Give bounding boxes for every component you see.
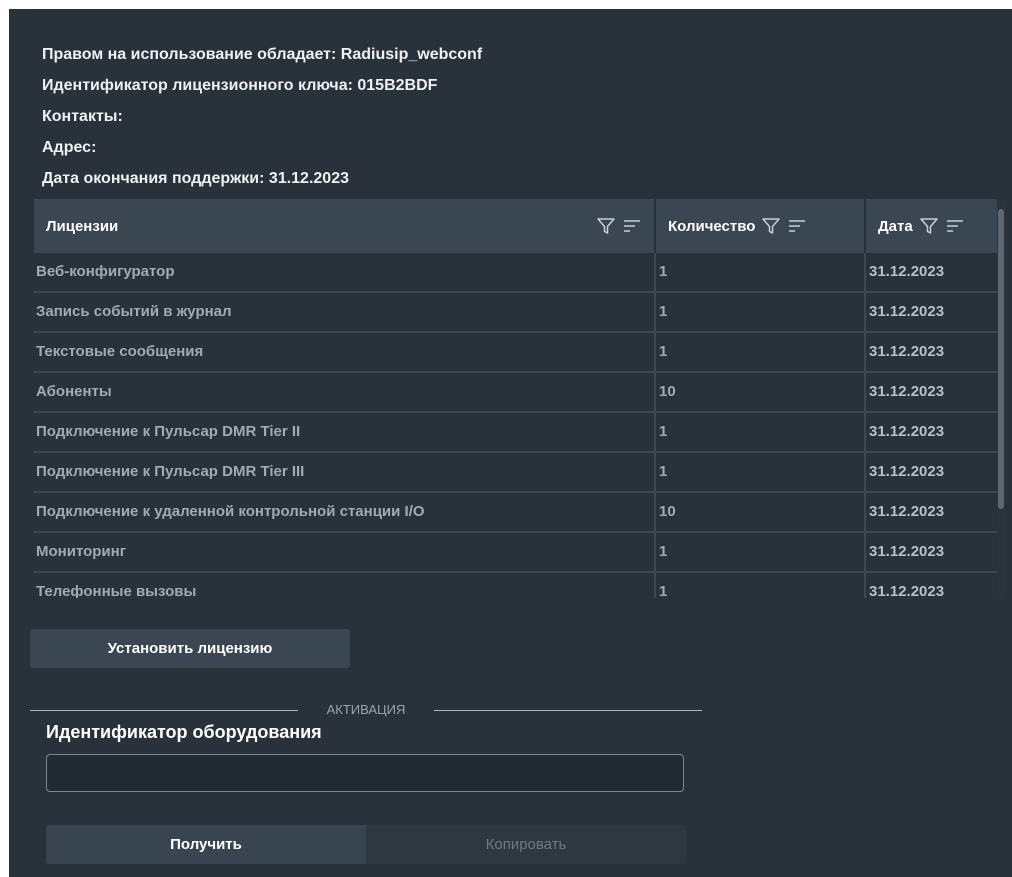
- date-cell: 31.12.2023: [869, 263, 945, 280]
- quantity-cell: 1: [656, 413, 866, 451]
- column-header-quantity[interactable]: Количество: [656, 199, 866, 253]
- license-cell: Запись событий в журнал: [34, 293, 656, 331]
- support-end-line: Дата окончания поддержки: 31.12.2023: [42, 170, 349, 187]
- owner-line: Правом на использование обладает: Radius…: [42, 46, 483, 63]
- date-cell: 31.12.2023: [869, 383, 945, 400]
- date-cell: 31.12.2023: [869, 423, 945, 440]
- activation-divider: АКТИВАЦИЯ: [30, 702, 702, 718]
- sort-icon[interactable]: [622, 216, 642, 236]
- hardware-id-input[interactable]: [46, 754, 684, 792]
- license-cell: Телефонные вызовы: [34, 573, 656, 598]
- column-header-label: Дата: [878, 217, 913, 235]
- scrollbar-thumb[interactable]: [998, 209, 1004, 509]
- quantity-cell: 1: [656, 533, 866, 571]
- table-row[interactable]: Подключение к Пульсар DMR Tier II 1 31.1…: [34, 413, 1005, 453]
- license-cell: Текстовые сообщения: [34, 333, 656, 371]
- quantity-cell: 10: [656, 373, 866, 411]
- address-line: Адрес:: [42, 139, 97, 156]
- table-row[interactable]: Мониторинг 1 31.12.2023: [34, 533, 1005, 573]
- table-row[interactable]: Телефонные вызовы 1 31.12.2023: [34, 573, 1005, 598]
- filter-icon[interactable]: [761, 216, 781, 236]
- license-key-line: Идентификатор лицензионного ключа: 015B2…: [42, 77, 438, 94]
- column-header-label: Количество: [668, 217, 756, 235]
- filter-icon[interactable]: [596, 216, 616, 236]
- table-scrollbar[interactable]: [997, 199, 1005, 598]
- date-cell: 31.12.2023: [869, 583, 945, 598]
- table-row[interactable]: Абоненты 10 31.12.2023: [34, 373, 1005, 413]
- date-cell: 31.12.2023: [869, 503, 945, 520]
- activation-section-title: АКТИВАЦИЯ: [326, 702, 406, 717]
- get-button[interactable]: Получить: [46, 825, 366, 864]
- table-row[interactable]: Подключение к Пульсар DMR Tier III 1 31.…: [34, 453, 1005, 493]
- table-body: Веб-конфигуратор 1 31.12.2023 Запись соб…: [34, 253, 1005, 598]
- install-license-button[interactable]: Установить лицензию: [30, 629, 350, 668]
- licenses-table: Лицензии Количество Дата Веб-конфигурато…: [34, 199, 1005, 598]
- column-header-date[interactable]: Дата: [866, 199, 1005, 253]
- license-cell: Подключение к удаленной контрольной стан…: [34, 493, 656, 531]
- filter-icon[interactable]: [919, 216, 939, 236]
- sort-icon[interactable]: [787, 216, 807, 236]
- divider-line: [30, 710, 298, 711]
- column-header-label: Лицензии: [46, 217, 119, 235]
- quantity-cell: 10: [656, 493, 866, 531]
- license-cell: Абоненты: [34, 373, 656, 411]
- copy-button[interactable]: Копировать: [366, 825, 686, 864]
- quantity-cell: 1: [656, 253, 866, 291]
- date-cell: 31.12.2023: [869, 543, 945, 560]
- hardware-id-label: Идентификатор оборудования: [46, 722, 322, 742]
- table-row[interactable]: Подключение к удаленной контрольной стан…: [34, 493, 1005, 533]
- license-cell: Мониторинг: [34, 533, 656, 571]
- sort-icon[interactable]: [945, 216, 965, 236]
- contacts-line: Контакты:: [42, 108, 123, 125]
- license-cell: Подключение к Пульсар DMR Tier III: [34, 453, 656, 491]
- quantity-cell: 1: [656, 573, 866, 598]
- table-header: Лицензии Количество Дата: [34, 199, 1005, 253]
- date-cell: 31.12.2023: [869, 303, 945, 320]
- license-panel: Правом на использование обладает: Radius…: [9, 9, 1012, 877]
- divider-line: [434, 710, 702, 711]
- date-cell: 31.12.2023: [869, 463, 945, 480]
- quantity-cell: 1: [656, 333, 866, 371]
- license-info: Правом на использование обладает: Radius…: [42, 39, 482, 194]
- license-cell: Веб-конфигуратор: [34, 253, 656, 291]
- table-row[interactable]: Запись событий в журнал 1 31.12.2023: [34, 293, 1005, 333]
- table-row[interactable]: Веб-конфигуратор 1 31.12.2023: [34, 253, 1005, 293]
- quantity-cell: 1: [656, 293, 866, 331]
- quantity-cell: 1: [656, 453, 866, 491]
- column-header-license[interactable]: Лицензии: [34, 199, 656, 253]
- date-cell: 31.12.2023: [869, 343, 945, 360]
- table-row[interactable]: Текстовые сообщения 1 31.12.2023: [34, 333, 1005, 373]
- license-cell: Подключение к Пульсар DMR Tier II: [34, 413, 656, 451]
